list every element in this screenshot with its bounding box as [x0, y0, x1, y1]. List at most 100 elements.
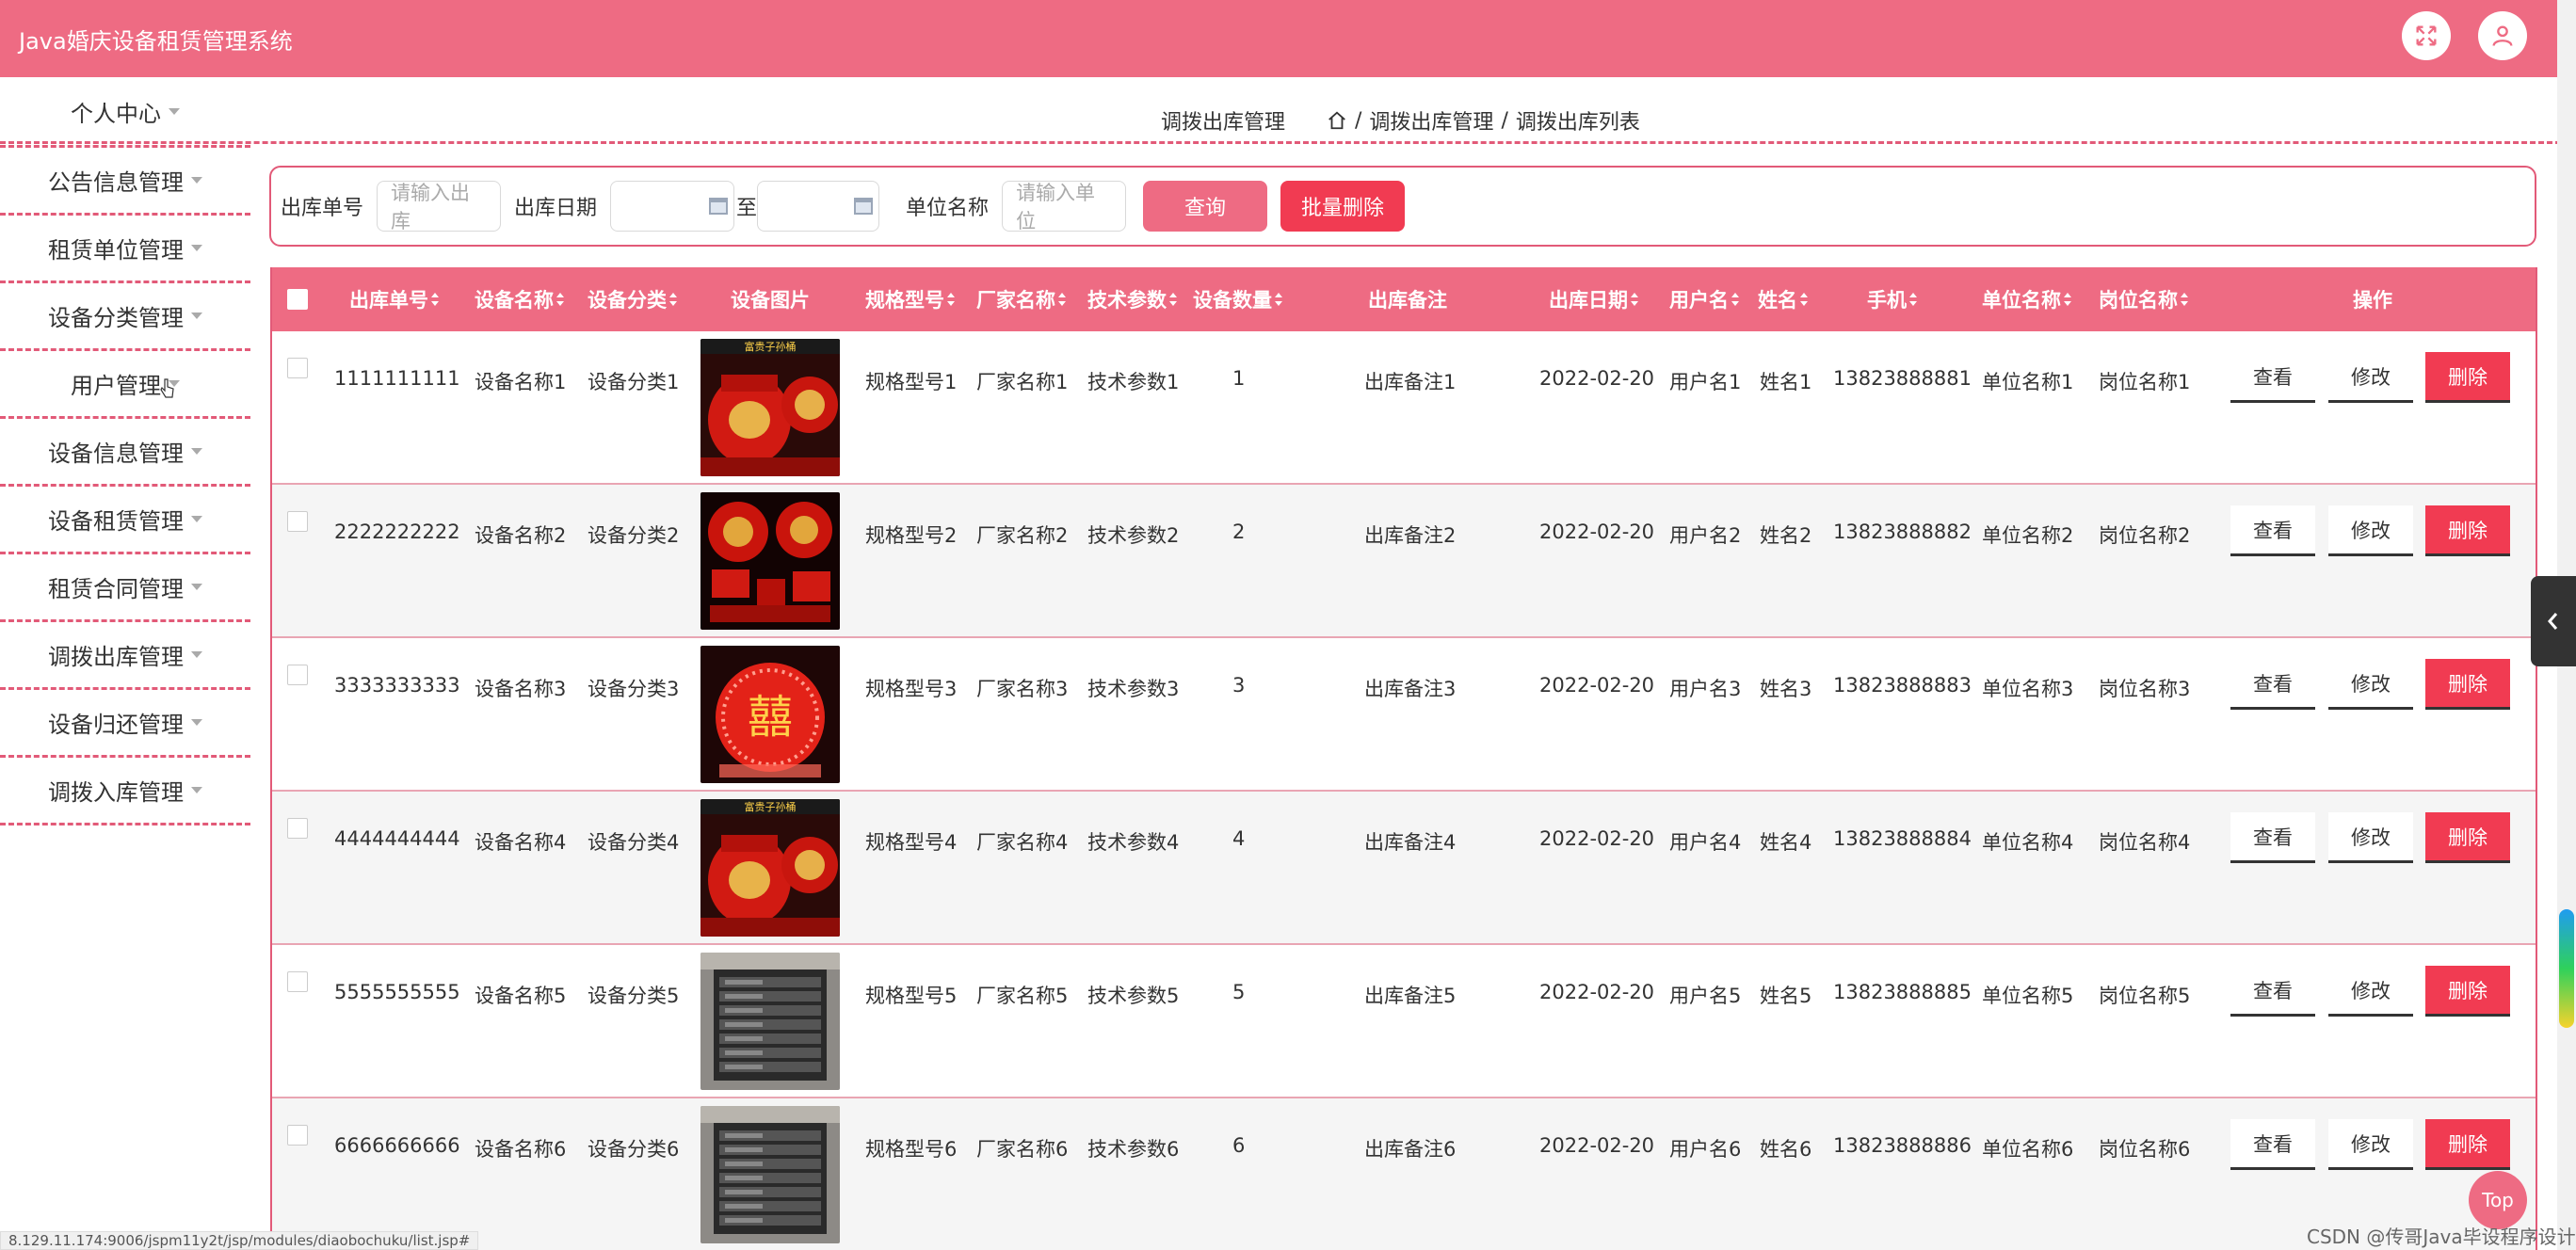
delete-button[interactable]: 删除	[2425, 505, 2510, 556]
breadcrumb-separator: /	[1355, 108, 1362, 133]
col-quantity[interactable]: 设备数量	[1193, 267, 1282, 331]
cell-phone: 13823888881	[1833, 367, 1972, 390]
sidebar-item-device-info[interactable]: 设备信息管理	[0, 419, 250, 487]
unit-name-label: 单位名称	[906, 197, 990, 220]
edit-button[interactable]: 修改	[2328, 966, 2413, 1017]
col-device-name[interactable]: 设备名称	[475, 267, 564, 331]
sort-icon	[1909, 293, 1917, 306]
cell-unit: 单位名称1	[1982, 371, 2074, 393]
cell-order-no: 1111111111	[334, 367, 460, 390]
sidebar-item-rental-contract[interactable]: 租赁合同管理	[0, 554, 250, 622]
sidebar-item-personal-center[interactable]: 个人中心	[0, 77, 250, 145]
table-row: 4444444444 设备名称4 设备分类4 规格型号4 厂家名称4 技术参数4 4 出库备注…	[272, 792, 2536, 945]
cell-position: 岗位名称4	[2099, 831, 2191, 854]
cell-phone: 13823888884	[1833, 827, 1972, 850]
table-row: 3333333333 设备名称3 设备分类3 规格型号3 厂家名称3 技术参数3 3 出库备注…	[272, 638, 2536, 792]
sidebar-item-device-return[interactable]: 设备归还管理	[0, 690, 250, 758]
col-position[interactable]: 岗位名称	[2099, 267, 2188, 331]
delete-button[interactable]: 删除	[2425, 659, 2510, 710]
collapse-panel-button[interactable]	[2531, 576, 2576, 666]
col-spec[interactable]: 规格型号	[865, 267, 955, 331]
unit-name-placeholder: 请输入单位	[1016, 182, 1096, 232]
device-image: 囍	[700, 646, 840, 783]
home-icon[interactable]	[1327, 110, 1347, 131]
edit-button[interactable]: 修改	[2328, 1119, 2413, 1170]
cell-phone: 13823888883	[1833, 674, 1972, 697]
user-menu-button[interactable]	[2478, 11, 2527, 60]
row-checkbox[interactable]	[287, 665, 308, 685]
row-checkbox[interactable]	[287, 511, 308, 532]
col-phone[interactable]: 手机	[1867, 267, 1917, 331]
view-button[interactable]: 查看	[2230, 1119, 2315, 1170]
col-device-category[interactable]: 设备分类	[588, 267, 677, 331]
cell-date: 2022-02-20	[1539, 367, 1655, 390]
view-button[interactable]: 查看	[2230, 812, 2315, 863]
sidebar-item-notice[interactable]: 公告信息管理	[0, 148, 250, 216]
unit-name-input[interactable]: 请输入单位	[1002, 181, 1127, 232]
col-tech-params[interactable]: 技术参数	[1087, 267, 1177, 331]
col-order-no[interactable]: 出库单号	[349, 267, 439, 331]
select-all-checkbox[interactable]	[287, 289, 308, 310]
col-manufacturer[interactable]: 厂家名称	[976, 267, 1066, 331]
sidebar-item-rental-unit[interactable]: 租赁单位管理	[0, 216, 250, 283]
cell-spec: 规格型号5	[865, 985, 958, 1007]
sidebar-item-device-rental[interactable]: 设备租赁管理	[0, 487, 250, 554]
caret-down-icon	[191, 651, 202, 658]
col-unit[interactable]: 单位名称	[1982, 267, 2071, 331]
device-image	[700, 1106, 840, 1243]
fullscreen-button[interactable]	[2402, 11, 2451, 60]
sidebar-item-label: 租赁单位管理	[48, 237, 184, 264]
cell-tech-params: 技术参数4	[1087, 831, 1180, 854]
page-title: 调拨出库管理	[1161, 111, 1286, 135]
query-button[interactable]: 查询	[1143, 181, 1268, 232]
sort-icon	[669, 293, 677, 306]
batch-delete-button[interactable]: 批量删除	[1280, 181, 1406, 232]
order-no-input[interactable]: 请输入出库	[377, 181, 502, 232]
sidebar-item-transfer-in[interactable]: 调拨入库管理	[0, 758, 250, 825]
date-end-input[interactable]	[757, 181, 880, 232]
sort-icon	[1731, 293, 1739, 306]
view-button[interactable]: 查看	[2230, 966, 2315, 1017]
sidebar-item-label: 设备分类管理	[48, 305, 184, 331]
breadcrumb-item[interactable]: 调拨出库管理	[1369, 105, 1493, 136]
cell-spec: 规格型号6	[865, 1138, 958, 1161]
edit-button[interactable]: 修改	[2328, 812, 2413, 863]
col-name[interactable]: 姓名	[1758, 267, 1808, 331]
sort-icon	[2181, 293, 2188, 306]
sidebar-item-user[interactable]: 用户管理	[0, 351, 250, 419]
view-button[interactable]: 查看	[2230, 659, 2315, 710]
date-to-label: 至	[736, 197, 758, 220]
delete-button[interactable]: 删除	[2425, 966, 2510, 1017]
edit-button[interactable]: 修改	[2328, 505, 2413, 556]
sidebar-item-label: 设备租赁管理	[48, 508, 184, 535]
cell-device-name: 设备名称5	[475, 985, 567, 1007]
row-checkbox[interactable]	[287, 818, 308, 839]
delete-button[interactable]: 删除	[2425, 1119, 2510, 1170]
back-to-top-button[interactable]: Top	[2469, 1171, 2527, 1229]
edit-button[interactable]: 修改	[2328, 659, 2413, 710]
cell-name: 姓名4	[1760, 831, 1812, 854]
view-button[interactable]: 查看	[2230, 352, 2315, 403]
scrollbar-thumb[interactable]	[2559, 909, 2574, 1028]
caret-down-icon	[191, 584, 202, 590]
row-checkbox[interactable]	[287, 1125, 308, 1146]
image-glyph: 囍	[748, 691, 793, 744]
cell-manufacturer: 厂家名称3	[976, 678, 1069, 700]
row-checkbox[interactable]	[287, 971, 308, 992]
col-date[interactable]: 出库日期	[1549, 267, 1638, 331]
sidebar-item-transfer-out[interactable]: 调拨出库管理	[0, 622, 250, 690]
cell-quantity: 4	[1232, 827, 1246, 850]
delete-button[interactable]: 删除	[2425, 352, 2510, 403]
edit-button[interactable]: 修改	[2328, 352, 2413, 403]
view-button[interactable]: 查看	[2230, 505, 2315, 556]
table-body: 1111111111 设备名称1 设备分类1 规格型号1 厂家名称1 技术参数1 1 出库备注…	[272, 331, 2536, 1250]
cell-tech-params: 技术参数2	[1087, 524, 1180, 547]
date-start-input[interactable]	[610, 181, 735, 232]
row-checkbox[interactable]	[287, 358, 308, 378]
device-image	[700, 953, 840, 1090]
sidebar-item-device-category[interactable]: 设备分类管理	[0, 283, 250, 351]
cell-remark: 出库备注4	[1364, 831, 1457, 854]
sidebar-item-label: 用户管理	[71, 373, 161, 399]
delete-button[interactable]: 删除	[2425, 812, 2510, 863]
col-username[interactable]: 用户名	[1669, 267, 1739, 331]
